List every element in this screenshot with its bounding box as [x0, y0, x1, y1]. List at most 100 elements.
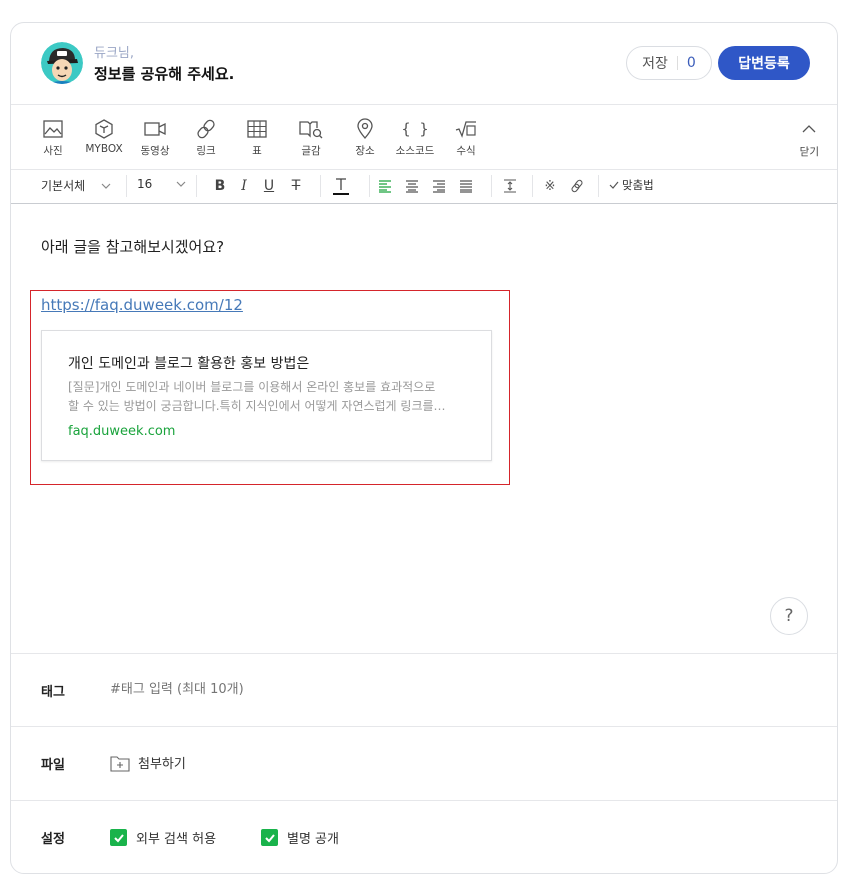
toolbar-label: 동영상 — [140, 145, 170, 157]
insert-toolbar: 사진 MYBOX 동영상 링크 표 글감 장소 { } 소스코드 — [11, 104, 837, 170]
checkbox-checked-icon — [110, 829, 127, 846]
link-preview-description: [질문]개인 도메인과 네이버 블로그를 이용해서 온라인 홍보를 효과적으로 … — [68, 378, 470, 416]
toolbar-video[interactable]: 동영상 — [127, 118, 183, 158]
toolbar-label: 장소 — [355, 145, 375, 157]
file-row: 파일 첨부하기 — [11, 726, 837, 801]
italic-button[interactable]: I — [234, 176, 254, 196]
tag-input[interactable] — [110, 682, 510, 697]
link-preview-title: 개인 도메인과 블로그 활용한 홍보 방법은 — [68, 356, 310, 372]
save-button[interactable]: 저장 0 — [626, 46, 712, 80]
align-right-icon — [433, 180, 445, 193]
video-icon — [144, 122, 166, 136]
link-preview-card[interactable]: 개인 도메인과 블로그 활용한 홍보 방법은 [질문]개인 도메인과 네이버 블… — [41, 330, 492, 461]
table-icon — [247, 120, 267, 138]
align-justify-icon — [460, 180, 472, 193]
insert-link-button[interactable] — [567, 176, 587, 196]
folder-add-icon — [110, 755, 130, 772]
align-center-button[interactable] — [402, 176, 422, 196]
save-divider — [676, 56, 678, 70]
toolbar-place[interactable]: 장소 — [337, 118, 393, 158]
link-icon — [197, 119, 215, 139]
align-center-icon — [406, 180, 418, 193]
photo-icon — [43, 120, 63, 138]
link-preview-description-line: [질문]개인 도메인과 네이버 블로그를 이용해서 온라인 홍보를 효과적으로 — [68, 380, 436, 394]
tag-label: 태그 — [41, 685, 65, 700]
show-nickname-checkbox[interactable]: 별명 공개 — [261, 828, 339, 847]
toolbar-mybox[interactable]: MYBOX — [76, 118, 132, 155]
fold-label: 닫기 — [799, 146, 819, 158]
text-color-icon — [333, 178, 349, 195]
avatar — [41, 42, 83, 84]
underline-button[interactable]: U — [259, 176, 279, 196]
strikethrough-icon: T — [291, 178, 301, 194]
editor-area[interactable]: 아래 글을 참고해보시겠어요? https://faq.duweek.com/1… — [11, 204, 837, 654]
editor-text[interactable]: 아래 글을 참고해보시겠어요? — [41, 236, 224, 257]
toolbar-label: 링크 — [196, 145, 216, 157]
divider — [532, 175, 533, 197]
divider — [369, 175, 370, 197]
toolbar-material[interactable]: 글감 — [283, 118, 339, 158]
allow-external-search-checkbox[interactable]: 외부 검색 허용 — [110, 828, 216, 847]
attach-label: 첨부하기 — [138, 757, 186, 772]
special-char-button[interactable]: ※ — [540, 176, 560, 196]
page-title: 정보를 공유해 주세요. — [94, 65, 235, 83]
spellcheck-label: 맞춤법 — [622, 178, 654, 192]
font-size-value: 16 — [137, 177, 153, 191]
nickname: 듀크님, — [94, 46, 135, 61]
divider — [196, 175, 197, 197]
settings-label: 설정 — [41, 832, 65, 847]
toolbar-formula[interactable]: 수식 — [438, 118, 494, 158]
help-button[interactable]: ? — [770, 597, 808, 635]
toolbar-link[interactable]: 링크 — [178, 118, 234, 158]
file-label: 파일 — [41, 758, 65, 773]
tag-row: 태그 — [11, 653, 837, 727]
italic-icon: I — [241, 178, 247, 194]
chevron-down-icon — [101, 183, 111, 189]
link-icon — [571, 179, 583, 193]
settings-row: 설정 외부 검색 허용 별명 공개 — [11, 800, 837, 873]
toolbar-label: MYBOX — [85, 143, 123, 155]
checkbox-label: 별명 공개 — [287, 832, 339, 847]
save-label: 저장 — [642, 56, 668, 72]
material-icon — [299, 121, 323, 139]
toolbar-label: 글감 — [301, 145, 321, 157]
bold-button[interactable]: B — [210, 176, 230, 196]
format-toolbar: 기본서체 16 B I U T ※ 맞춤법 — [11, 169, 837, 204]
answer-form-card: 듀크님, 정보를 공유해 주세요. 저장 0 답변등록 사진 MYBOX 동영상… — [10, 22, 838, 874]
chevron-up-icon — [802, 125, 816, 133]
checkbox-label: 외부 검색 허용 — [136, 832, 217, 847]
link-url[interactable]: https://faq.duweek.com/12 — [41, 296, 243, 314]
attach-file-button[interactable]: 첨부하기 — [110, 753, 186, 772]
align-left-button[interactable] — [375, 176, 395, 196]
form-header: 듀크님, 정보를 공유해 주세요. 저장 0 답변등록 — [11, 23, 837, 105]
strikethrough-button[interactable]: T — [286, 176, 306, 196]
bold-icon: B — [214, 178, 226, 194]
line-height-icon — [504, 179, 516, 193]
font-family-value: 기본서체 — [41, 179, 86, 193]
toolbar-code[interactable]: { } 소스코드 — [387, 118, 443, 158]
toolbar-fold-button[interactable]: 닫기 — [800, 120, 819, 159]
font-size-select[interactable]: 16 — [137, 177, 186, 191]
divider — [320, 175, 321, 197]
svg-text:{ }: { } — [403, 120, 427, 138]
check-icon — [609, 181, 619, 189]
font-family-select[interactable]: 기본서체 — [41, 177, 111, 194]
checkbox-checked-icon — [261, 829, 278, 846]
special-char-icon: ※ — [544, 178, 556, 194]
toolbar-photo[interactable]: 사진 — [25, 118, 81, 158]
submit-answer-button[interactable]: 답변등록 — [718, 46, 810, 80]
align-justify-button[interactable] — [456, 176, 476, 196]
link-preview-description-line: 할 수 있는 방법이 궁금합니다.특히 지식인에서 어떻게 자연스럽게 링크를… — [68, 399, 446, 413]
divider — [598, 175, 599, 197]
toolbar-table[interactable]: 표 — [229, 118, 285, 158]
mybox-icon — [95, 119, 113, 139]
toolbar-label: 소스코드 — [395, 145, 435, 157]
line-height-button[interactable] — [500, 176, 520, 196]
align-right-button[interactable] — [429, 176, 449, 196]
text-color-button[interactable] — [331, 176, 351, 196]
chevron-down-icon — [176, 181, 186, 187]
toolbar-label: 수식 — [456, 145, 476, 157]
spellcheck-button[interactable]: 맞춤법 — [609, 177, 654, 193]
underline-icon: U — [263, 178, 275, 194]
divider — [491, 175, 492, 197]
